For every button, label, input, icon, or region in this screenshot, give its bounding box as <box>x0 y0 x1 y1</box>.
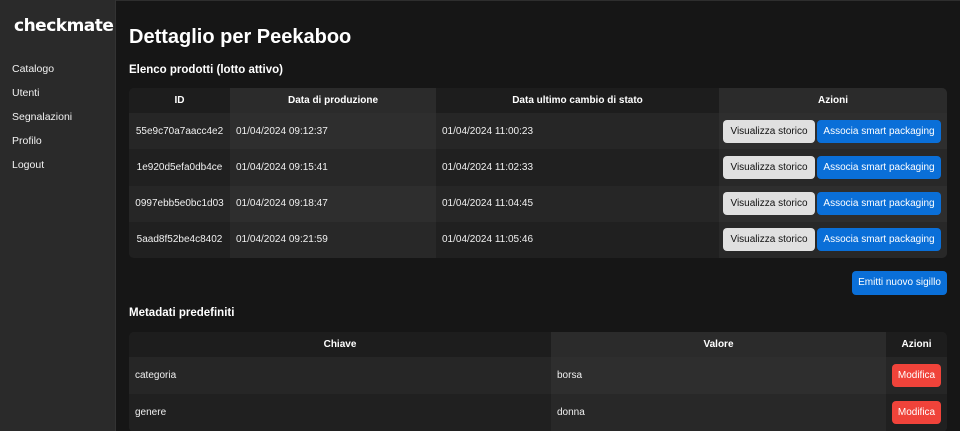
view-history-button[interactable]: Visualizza storico <box>723 228 815 252</box>
column-header-actions: Azioni <box>719 88 947 113</box>
products-table-header: ID Data di produzione Data ultimo cambio… <box>129 88 947 113</box>
row-actions: Visualizza storico Associa smart packagin… <box>719 185 947 222</box>
last-change-date: 01/04/2024 11:04:45 <box>436 185 719 222</box>
metadata-table: Chiave Valore Azioni categoria borsa Mod… <box>129 332 947 431</box>
production-date: 01/04/2024 09:12:37 <box>230 113 436 150</box>
sidebar-item-profilo[interactable]: Profilo <box>0 129 115 153</box>
last-change-date: 01/04/2024 11:00:23 <box>436 113 719 150</box>
metadata-table-card: Chiave Valore Azioni categoria borsa Mod… <box>129 332 947 431</box>
table-row: 0997ebb5e0bc1d03 01/04/2024 09:18:47 01/… <box>129 185 947 222</box>
table-row: 55e9c70a7aacc4e2 01/04/2024 09:12:37 01/… <box>129 113 947 150</box>
associate-smart-packaging-button[interactable]: Associa smart packaging <box>817 228 941 252</box>
table-row: genere donna Modifica <box>129 394 947 431</box>
column-header-id: ID <box>129 88 230 113</box>
product-id: 55e9c70a7aacc4e2 <box>129 113 230 150</box>
last-change-date: 01/04/2024 11:02:33 <box>436 149 719 186</box>
row-actions: Modifica <box>886 394 947 431</box>
emit-new-seal-button[interactable]: Emitti nuovo sigillo <box>852 271 947 295</box>
metadata-value: donna <box>551 394 886 431</box>
product-id: 0997ebb5e0bc1d03 <box>129 185 230 222</box>
sidebar-item-segnalazioni[interactable]: Segnalazioni <box>0 105 115 129</box>
associate-smart-packaging-button[interactable]: Associa smart packaging <box>817 192 941 216</box>
edit-button[interactable]: Modifica <box>892 364 941 387</box>
row-actions: Visualizza storico Associa smart packagin… <box>719 149 947 186</box>
column-header-key: Chiave <box>129 332 551 357</box>
production-date: 01/04/2024 09:21:59 <box>230 221 436 258</box>
metadata-section-title: Metadati predefiniti <box>129 307 235 319</box>
sidebar-nav: Catalogo Utenti Segnalazioni Profilo Log… <box>0 57 115 177</box>
view-history-button[interactable]: Visualizza storico <box>723 192 815 216</box>
metadata-table-header: Chiave Valore Azioni <box>129 332 947 357</box>
page-title: Dettaglio per Peekaboo <box>129 26 352 48</box>
table-row: categoria borsa Modifica <box>129 357 947 394</box>
sidebar-item-logout[interactable]: Logout <box>0 153 115 177</box>
row-actions: Modifica <box>886 357 947 394</box>
app-root: checkmate Catalogo Utenti Segnalazioni P… <box>0 0 960 431</box>
edit-button[interactable]: Modifica <box>892 401 941 424</box>
metadata-value: borsa <box>551 357 886 394</box>
production-date: 01/04/2024 09:15:41 <box>230 149 436 186</box>
column-header-actions: Azioni <box>886 332 947 357</box>
column-header-production-date: Data di produzione <box>230 88 436 113</box>
product-id: 5aad8f52be4c8402 <box>129 221 230 258</box>
sidebar-item-utenti[interactable]: Utenti <box>0 81 115 105</box>
app-logo[interactable]: checkmate <box>0 14 115 38</box>
view-history-button[interactable]: Visualizza storico <box>723 119 815 143</box>
products-section-title: Elenco prodotti (lotto attivo) <box>129 64 283 76</box>
table-row: 1e920d5efa0db4ce 01/04/2024 09:15:41 01/… <box>129 149 947 186</box>
associate-smart-packaging-button[interactable]: Associa smart packaging <box>817 119 941 143</box>
sidebar-item-catalogo[interactable]: Catalogo <box>0 57 115 81</box>
sidebar: checkmate Catalogo Utenti Segnalazioni P… <box>0 0 116 431</box>
row-actions: Visualizza storico Associa smart packagin… <box>719 113 947 150</box>
associate-smart-packaging-button[interactable]: Associa smart packaging <box>817 155 941 179</box>
metadata-key: genere <box>129 394 551 431</box>
row-actions: Visualizza storico Associa smart packagin… <box>719 221 947 258</box>
product-id: 1e920d5efa0db4ce <box>129 149 230 186</box>
view-history-button[interactable]: Visualizza storico <box>723 155 815 179</box>
last-change-date: 01/04/2024 11:05:46 <box>436 221 719 258</box>
production-date: 01/04/2024 09:18:47 <box>230 185 436 222</box>
column-header-last-change: Data ultimo cambio di stato <box>436 88 719 113</box>
products-table-card: ID Data di produzione Data ultimo cambio… <box>129 88 947 258</box>
metadata-key: categoria <box>129 357 551 394</box>
table-row: 5aad8f52be4c8402 01/04/2024 09:21:59 01/… <box>129 221 947 258</box>
products-table: ID Data di produzione Data ultimo cambio… <box>129 88 947 258</box>
main-content: Dettaglio per Peekaboo Elenco prodotti (… <box>116 0 960 431</box>
column-header-value: Valore <box>551 332 886 357</box>
